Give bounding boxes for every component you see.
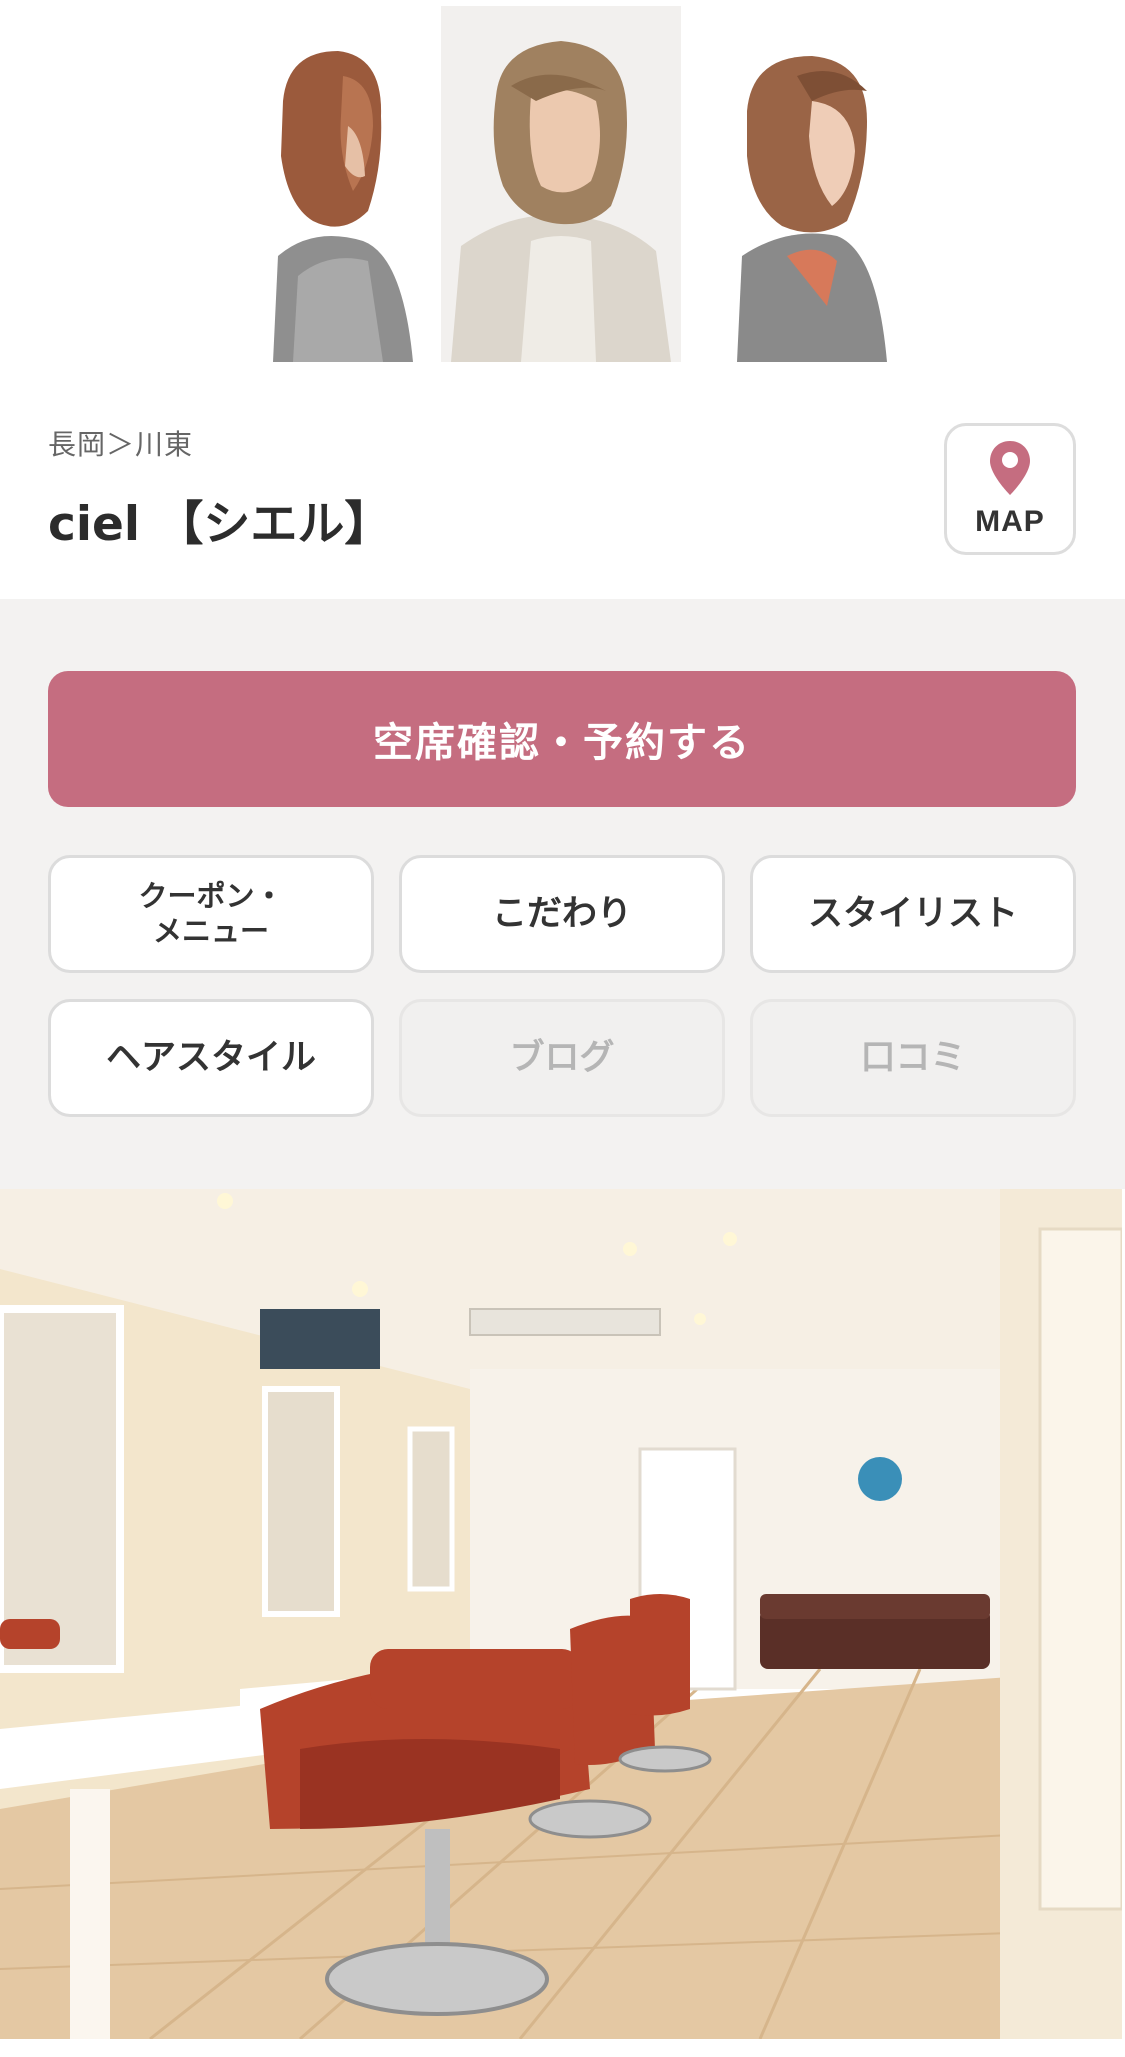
action-panel: 空席確認・予約する クーポン・ メニュー こだわり スタイリスト ヘアスタイル … bbox=[0, 599, 1125, 1189]
kodawari-button[interactable]: こだわり bbox=[399, 855, 725, 973]
hero-photo-strip bbox=[0, 0, 1125, 375]
map-pin-icon bbox=[988, 439, 1032, 497]
coupon-menu-button[interactable]: クーポン・ メニュー bbox=[48, 855, 374, 973]
breadcrumb[interactable]: 長岡＞川東 bbox=[48, 423, 193, 463]
salon-page: 長岡＞川東 ciel 【シエル】 MAP 空席確認・予約する クーポン・ メニュ… bbox=[0, 0, 1125, 2057]
hairstyle-photo-center[interactable] bbox=[441, 6, 681, 362]
hairstyle-photo-left[interactable] bbox=[253, 6, 423, 362]
shop-name: ciel 【シエル】 bbox=[48, 497, 392, 552]
stylist-button[interactable]: スタイリスト bbox=[750, 855, 1076, 973]
coupon-menu-label: クーポン・ メニュー bbox=[138, 879, 283, 949]
map-button[interactable]: MAP bbox=[944, 423, 1076, 555]
map-label: MAP bbox=[975, 505, 1045, 538]
menu-label-line2: メニュー bbox=[152, 914, 269, 948]
salon-interior-photo[interactable] bbox=[0, 1189, 1122, 2039]
hairstyle-button[interactable]: ヘアスタイル bbox=[48, 999, 374, 1117]
shop-header: 長岡＞川東 ciel 【シエル】 MAP bbox=[0, 375, 1125, 599]
reserve-button[interactable]: 空席確認・予約する bbox=[48, 671, 1076, 807]
hairstyle-photo-right[interactable] bbox=[727, 6, 897, 362]
blog-button: ブログ bbox=[399, 999, 725, 1117]
reviews-button: 口コミ bbox=[750, 999, 1076, 1117]
coupon-label-line1: クーポン・ bbox=[138, 879, 284, 914]
